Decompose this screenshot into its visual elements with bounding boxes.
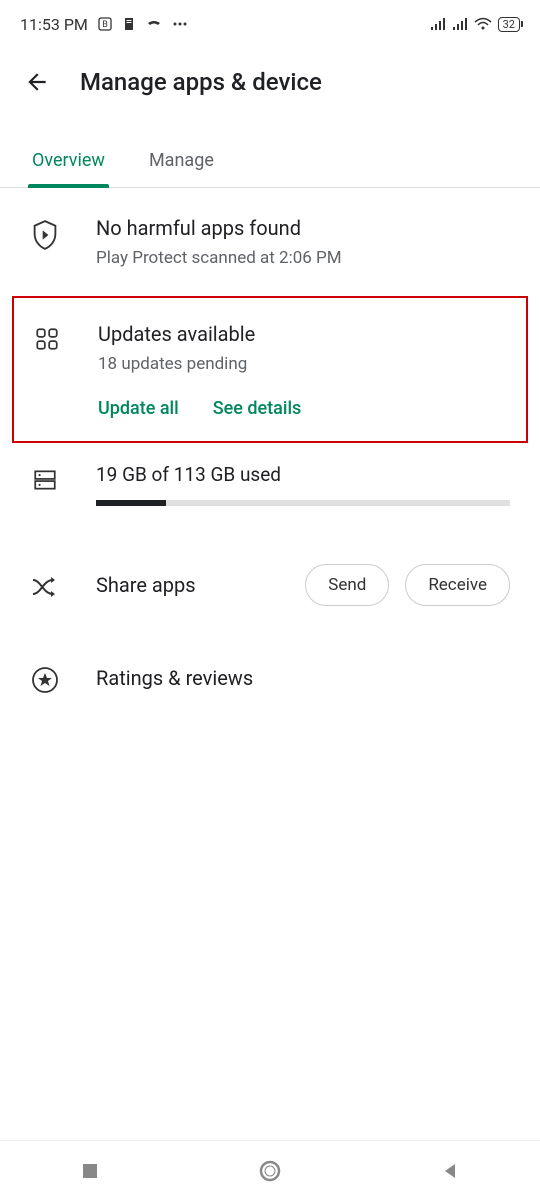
updates-section[interactable]: Updates available 18 updates pending Upd…	[14, 298, 526, 441]
battery-level: 32	[503, 18, 515, 31]
tab-manage[interactable]: Manage	[145, 136, 218, 187]
storage-text: 19 GB of 113 GB used	[96, 463, 510, 486]
ratings-title: Ratings & reviews	[96, 666, 253, 690]
updates-subtitle: 18 updates pending	[98, 354, 508, 374]
system-nav-bar	[0, 1140, 540, 1200]
updates-actions: Update all See details	[98, 398, 508, 419]
updates-title: Updates available	[98, 322, 508, 346]
status-left: 11:53 PM B	[20, 15, 188, 34]
updates-body: Updates available 18 updates pending Upd…	[98, 322, 508, 419]
storage-progress	[96, 500, 510, 506]
shuffle-icon	[30, 576, 60, 598]
storage-section[interactable]: 19 GB of 113 GB used	[0, 443, 540, 536]
tabs-row: Overview Manage	[0, 136, 540, 188]
back-button[interactable]	[24, 69, 50, 95]
app-header: Manage apps & device	[0, 48, 540, 116]
signal-icon-2	[452, 17, 468, 31]
b-icon: B	[98, 17, 112, 31]
shield-icon	[30, 220, 60, 250]
status-bar: 11:53 PM B 32	[0, 0, 540, 48]
wifi-icon	[474, 17, 492, 31]
star-circle-icon	[30, 666, 60, 694]
signal-icon-1	[430, 17, 446, 31]
phone-down-icon	[146, 17, 162, 31]
more-icon	[172, 17, 188, 31]
battery-icon: 32	[498, 17, 520, 32]
send-button[interactable]: Send	[305, 564, 389, 606]
updates-highlight: Updates available 18 updates pending Upd…	[12, 296, 528, 443]
see-details-button[interactable]: See details	[213, 398, 302, 419]
status-time: 11:53 PM	[20, 15, 88, 34]
nav-recents[interactable]	[70, 1151, 110, 1191]
tab-overview[interactable]: Overview	[28, 136, 109, 187]
doc-icon	[122, 17, 136, 31]
page-title: Manage apps & device	[80, 68, 322, 96]
share-title: Share apps	[96, 573, 269, 597]
play-protect-title: No harmful apps found	[96, 216, 510, 240]
storage-icon	[30, 467, 60, 493]
nav-home[interactable]	[250, 1151, 290, 1191]
svg-text:B: B	[102, 20, 108, 30]
share-buttons: Send Receive	[305, 564, 510, 606]
share-section: Share apps Send Receive	[0, 536, 540, 634]
storage-body: 19 GB of 113 GB used	[96, 463, 510, 506]
content-area: No harmful apps found Play Protect scann…	[0, 188, 540, 722]
nav-back[interactable]	[430, 1151, 470, 1191]
receive-button[interactable]: Receive	[405, 564, 510, 606]
apps-grid-icon	[32, 326, 62, 352]
status-right: 32	[430, 17, 520, 32]
play-protect-body: No harmful apps found Play Protect scann…	[96, 216, 510, 268]
play-protect-section[interactable]: No harmful apps found Play Protect scann…	[0, 188, 540, 296]
ratings-section[interactable]: Ratings & reviews	[0, 634, 540, 722]
update-all-button[interactable]: Update all	[98, 398, 179, 419]
storage-progress-fill	[96, 500, 166, 506]
play-protect-subtitle: Play Protect scanned at 2:06 PM	[96, 248, 510, 268]
